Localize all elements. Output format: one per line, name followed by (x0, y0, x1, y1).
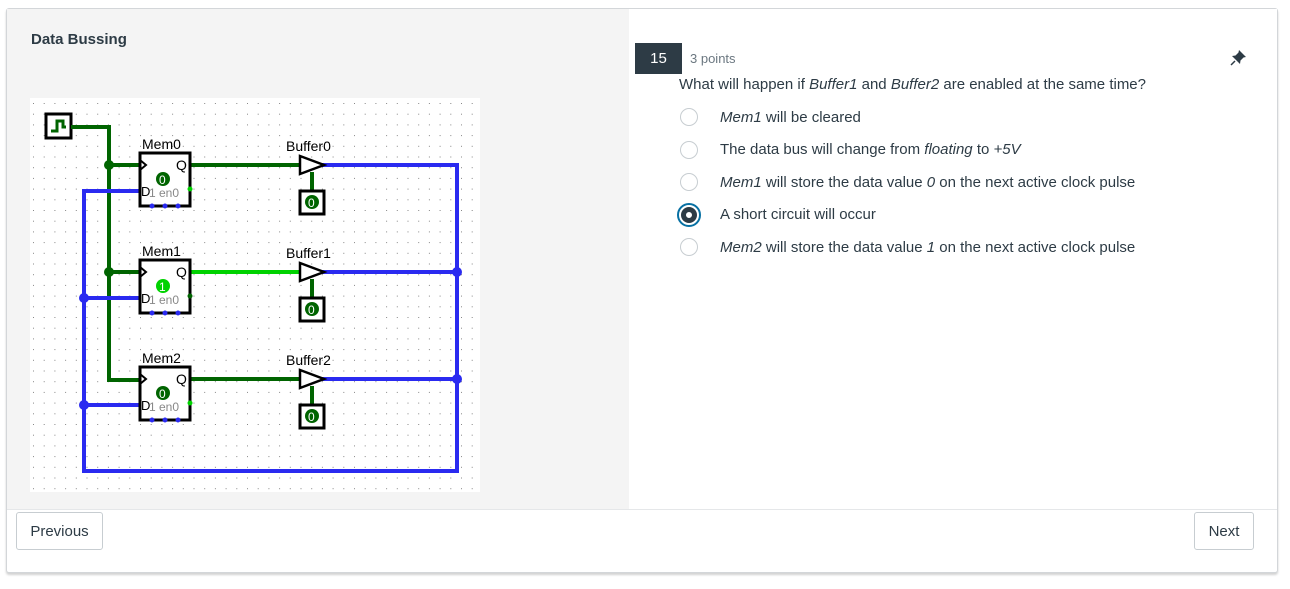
register-pin-dot (162, 310, 168, 316)
radio-button[interactable] (680, 238, 698, 257)
register-value: 0 (159, 387, 166, 401)
circuit-svg: Mem0Q0D1 en0Mem1Q1D1 en0Mem2Q0D1 en0Buff… (33, 103, 473, 490)
question-text-part: What will happen if (679, 76, 810, 93)
context-title: Data Bussing (31, 31, 127, 48)
question-text: What will happen if Buffer1 and Buffer2 … (679, 76, 1146, 93)
enable-pin-label: 1 en0 (149, 186, 179, 200)
answer-option[interactable]: The data bus will change from floating t… (679, 134, 1021, 167)
bus-junction (452, 374, 462, 384)
answer-text-part: floating (924, 141, 973, 159)
radio-selected[interactable] (677, 202, 701, 227)
answer-text-part: to (972, 141, 994, 159)
answer-text-part: The data bus will change from (720, 141, 925, 159)
answer-text-part: +5V (993, 141, 1021, 159)
question-pane: 15 3 points What will happen if Buffer1 … (629, 9, 1277, 509)
circuit-diagram: Mem0 Q 0 D 1 en0 Mem1 Q 1 D 1 en0 Mem2 Q 0 D 1 en0 Buff… (30, 98, 480, 492)
answer-label: The data bus will change from floating t… (720, 141, 1021, 158)
clock-junction (104, 267, 114, 277)
register-pin-dot (162, 203, 168, 209)
answer-label: Mem1 will store the data value 0 on the … (720, 174, 1135, 191)
answer-text-part: Mem2 (720, 238, 762, 256)
answer-option[interactable]: Mem2 will store the data value 1 on the … (679, 231, 1135, 264)
enable-pin-label: 1 en0 (149, 293, 179, 307)
enable-value: 0 (308, 196, 315, 210)
bus-junction (452, 267, 462, 277)
register-label: Mem2 (142, 350, 181, 366)
answer-text-part: 0 (926, 173, 936, 191)
answer-label: Mem1 will be cleared (720, 109, 861, 126)
answer-text-part: will store the data value (761, 173, 927, 191)
question-context-pane: Data Bussing Mem0 Q 0 D 1 en0 Mem1 Q 1 D 1 en0 Mem… (7, 9, 629, 509)
answer-text-part: will store the data value (761, 238, 927, 256)
enable-pin-label: 1 en0 (149, 400, 179, 414)
footer-divider (7, 509, 1277, 510)
question-points: 3 points (690, 51, 736, 66)
answer-option[interactable]: Mem1 will be cleared (679, 101, 861, 134)
answer-text-part: Mem1 (720, 108, 762, 126)
register-output-dot (187, 400, 193, 406)
answer-label: A short circuit will occur (720, 206, 876, 223)
answer-text-part: on the next active clock pulse (935, 173, 1136, 191)
register-output-dot (187, 293, 193, 299)
register-label: Mem0 (142, 136, 181, 152)
answer-text-part: Mem1 (720, 173, 762, 191)
radio-button[interactable] (680, 108, 698, 127)
buffer-0 (298, 154, 328, 176)
question-number-badge: 15 (635, 43, 682, 74)
q-pin-label: Q (176, 371, 187, 387)
answer-text-part: on the next active clock pulse (935, 238, 1136, 256)
answer-text-part: 1 (926, 238, 936, 256)
radio-button[interactable] (680, 140, 698, 159)
question-text-part: Buffer1 (809, 76, 858, 93)
bus-junction (79, 293, 89, 303)
clock-junction (104, 160, 114, 170)
enable-value: 0 (308, 303, 315, 317)
register-pin-dot (149, 417, 155, 423)
buffer-label: Buffer2 (286, 352, 331, 368)
register-pin-dot (149, 203, 155, 209)
q-pin-label: Q (176, 264, 187, 280)
next-button[interactable]: Next (1194, 512, 1254, 550)
enable-value: 0 (308, 410, 315, 424)
question-text-part: and (857, 76, 891, 93)
pin-icon[interactable] (1227, 47, 1249, 69)
register-pin-dot (175, 203, 181, 209)
register-output-dot (187, 186, 193, 192)
register-pin-dot (175, 417, 181, 423)
answer-list: Mem1 will be cleared The data bus will ch… (677, 101, 1135, 264)
data-bus (82, 163, 459, 473)
register-value: 0 (159, 173, 166, 187)
answer-option[interactable]: A short circuit will occur (677, 199, 876, 232)
bus-junction (79, 400, 89, 410)
register-label: Mem1 (142, 243, 181, 259)
previous-button[interactable]: Previous (16, 512, 103, 550)
answer-text-part: will be cleared (761, 108, 861, 126)
register-value: 1 (159, 280, 166, 294)
question-text-part: are enabled at the same time? (939, 76, 1146, 93)
buffer-2 (298, 368, 328, 390)
answer-label: Mem2 will store the data value 1 on the … (720, 239, 1135, 256)
register-pin-dot (149, 310, 155, 316)
register-pin-dot (162, 417, 168, 423)
answer-text-part: A short circuit will occur (720, 206, 876, 224)
question-text-part: Buffer2 (890, 76, 940, 93)
buffer-1 (298, 261, 328, 283)
radio-button[interactable] (680, 173, 698, 192)
buffer-label: Buffer1 (286, 245, 331, 261)
answer-option[interactable]: Mem1 will store the data value 0 on the … (679, 166, 1135, 199)
register-pin-dot (175, 310, 181, 316)
q-pin-label: Q (176, 157, 187, 173)
buffer-label: Buffer0 (286, 138, 331, 154)
quiz-card: Data Bussing Mem0 Q 0 D 1 en0 Mem1 Q 1 D 1 en0 Mem… (6, 8, 1278, 573)
